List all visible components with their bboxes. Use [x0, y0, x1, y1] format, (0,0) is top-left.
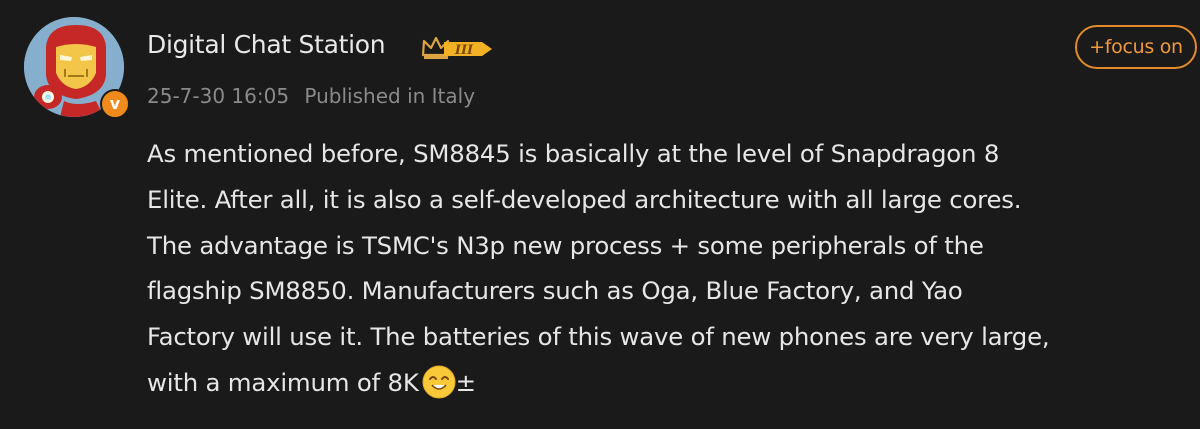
rank-label: III: [454, 43, 474, 58]
post-text-line: Elite. After all, it is also a self-deve…: [147, 184, 1022, 214]
post-timestamp: 25-7-30 16:05: [147, 84, 290, 108]
avatar-container[interactable]: v: [24, 17, 130, 123]
post-text-line: with a maximum of 8K: [147, 367, 419, 397]
verified-badge: v: [100, 89, 130, 119]
follow-button[interactable]: +focus on: [1075, 25, 1197, 69]
weibo-post: v Digital Chat Station III 25-7-30 16:05…: [0, 0, 1200, 429]
post-meta: 25-7-30 16:05 Published in Italy: [147, 84, 475, 108]
post-text-line: As mentioned before, SM8845 is basically…: [147, 139, 1000, 168]
post-location: Published in Italy: [304, 84, 476, 108]
post-text-line: Factory will use it. The batteries of th…: [147, 322, 1050, 352]
smiling-face-emoji-icon: [422, 365, 456, 399]
post-text-line: The advantage is TSMC's N3p new process …: [147, 230, 984, 260]
post-body: As mentioned before, SM8845 is basically…: [147, 131, 1187, 406]
crown-rank-icon[interactable]: III: [420, 33, 496, 63]
plus-minus-symbol: ±: [455, 367, 476, 397]
post-text-last-line: with a maximum of 8K ±: [147, 360, 1187, 406]
author-name[interactable]: Digital Chat Station: [147, 30, 386, 59]
post-text-line: flagship SM8850. Manufacturers such as O…: [147, 276, 963, 306]
